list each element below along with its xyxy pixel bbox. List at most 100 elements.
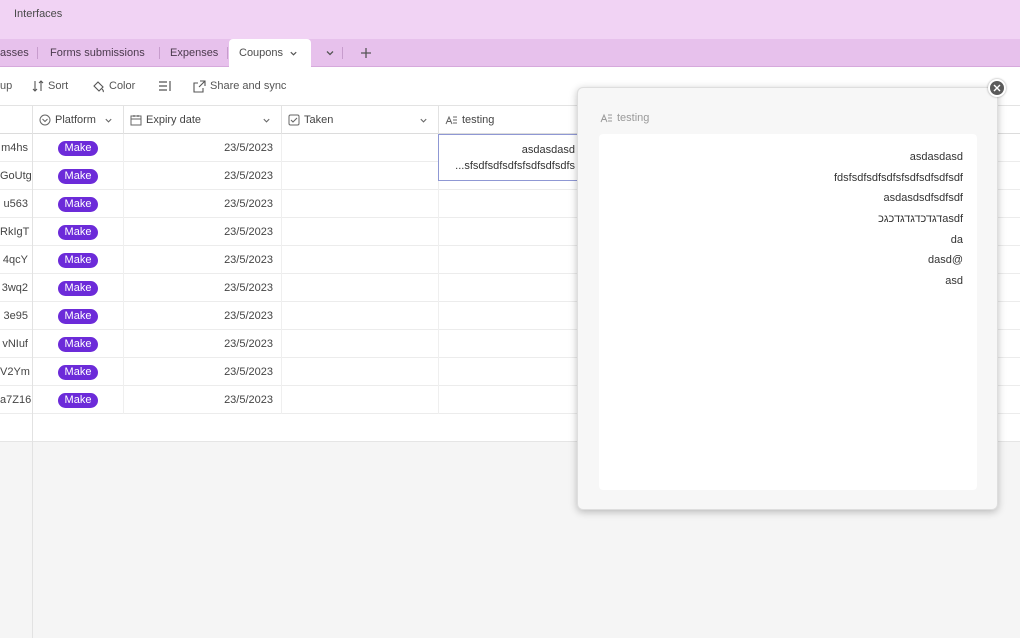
code-cell[interactable]: vNIuf	[0, 330, 33, 358]
column-header-platform[interactable]: Platform	[33, 106, 124, 134]
testing-cell[interactable]	[439, 246, 579, 274]
text-line: דגדכדגדגדכגכasdf	[878, 213, 963, 225]
platform-tag: Make	[57, 337, 99, 352]
platform-tag: Make	[57, 309, 99, 324]
app-header: Interfaces	[0, 0, 1020, 39]
text-line: asdasdasd	[909, 151, 963, 163]
testing-cell[interactable]	[439, 386, 579, 414]
platform-cell[interactable]: Make	[33, 330, 124, 358]
expiry-cell[interactable]: 23/5/2023	[124, 358, 282, 386]
taken-cell[interactable]	[282, 190, 439, 218]
tab-label: Forms submissions	[50, 47, 145, 59]
app-title: Interfaces	[14, 8, 63, 20]
text-line: fdsfsdfsdfsdfsfsdfsdfsdfsdf	[833, 172, 963, 184]
platform-tag: Make	[57, 197, 99, 212]
platform-cell[interactable]: Make	[33, 162, 124, 190]
expiry-cell[interactable]: 23/5/2023	[124, 274, 282, 302]
tab-divider	[342, 47, 343, 59]
expiry-cell[interactable]: 23/5/2023	[124, 190, 282, 218]
code-cell[interactable]: RkIgT	[0, 218, 33, 246]
sort-button[interactable]: Sort	[32, 67, 68, 106]
code-cell[interactable]: V2Ym	[0, 358, 33, 386]
platform-cell[interactable]: Make	[33, 274, 124, 302]
more-tabs-button[interactable]	[319, 39, 341, 67]
chevron-down-icon	[263, 118, 270, 123]
tab-label: asses	[0, 47, 29, 59]
column-header-expiry-date[interactable]: Expiry date	[124, 106, 282, 134]
testing-cell[interactable]	[439, 190, 579, 218]
testing-cell[interactable]	[439, 218, 579, 246]
platform-cell[interactable]: Make	[33, 134, 124, 162]
column-header-code[interactable]	[0, 106, 33, 134]
color-label: Color	[109, 80, 136, 92]
group-label: up	[0, 80, 13, 92]
platform-cell[interactable]: Make	[33, 386, 124, 414]
text-line: asdasdsdfsdfsdf	[883, 192, 964, 204]
table-tabs-bar: asses Forms submissions Expenses Coupons	[0, 39, 1020, 67]
code-cell[interactable]: 3e95	[0, 302, 33, 330]
close-popup-button[interactable]	[988, 79, 1006, 97]
group-button[interactable]: up	[0, 67, 12, 106]
editor-line: ...sfsdfsdfsdfsfsdfsdfsdfs	[455, 160, 575, 172]
expiry-cell[interactable]: 23/5/2023	[124, 134, 282, 162]
platform-cell[interactable]: Make	[33, 246, 124, 274]
calendar-icon	[130, 115, 142, 126]
testing-cell-editor[interactable]: asdasdasd ...sfsdfsdfsdfsfsdfsdfsdfs	[438, 134, 580, 181]
color-button[interactable]: Color	[92, 67, 135, 106]
testing-cell[interactable]	[439, 330, 579, 358]
tab-label: Expenses	[170, 47, 219, 59]
popup-title-label: testing	[617, 112, 650, 124]
sort-icon	[32, 80, 44, 92]
platform-tag: Make	[57, 141, 99, 156]
popup-title: testing	[600, 112, 649, 124]
taken-cell[interactable]	[282, 162, 439, 190]
code-cell[interactable]: u563	[0, 190, 33, 218]
editor-line: asdasdasd	[521, 144, 575, 156]
platform-cell[interactable]: Make	[33, 302, 124, 330]
tab-coupons[interactable]: Coupons	[229, 39, 311, 67]
testing-cell[interactable]	[439, 274, 579, 302]
taken-cell[interactable]	[282, 134, 439, 162]
expiry-cell[interactable]: 23/5/2023	[124, 246, 282, 274]
chevron-down-icon	[105, 118, 112, 123]
platform-cell[interactable]: Make	[33, 218, 124, 246]
tab-expenses[interactable]: Expenses	[160, 39, 228, 67]
long-text-icon	[600, 113, 612, 123]
code-cell[interactable]: GoUtg	[0, 162, 33, 190]
popup-text-area[interactable]: asdasdasd fdsfsdfsdfsdfsfsdfsdfsdfsdf as…	[599, 134, 977, 490]
taken-cell[interactable]	[282, 330, 439, 358]
column-label: testing	[462, 114, 495, 126]
row-height-button[interactable]	[158, 67, 176, 106]
expiry-cell[interactable]: 23/5/2023	[124, 330, 282, 358]
tab-forms-submissions[interactable]: Forms submissions	[38, 39, 160, 67]
expiry-cell[interactable]: 23/5/2023	[124, 302, 282, 330]
column-label: Platform	[55, 114, 96, 126]
code-cell[interactable]: 3wq2	[0, 274, 33, 302]
column-header-taken[interactable]: Taken	[282, 106, 439, 134]
taken-cell[interactable]	[282, 302, 439, 330]
platform-cell[interactable]: Make	[33, 190, 124, 218]
expiry-cell[interactable]: 23/5/2023	[124, 162, 282, 190]
taken-cell[interactable]	[282, 246, 439, 274]
text-line: asd	[945, 275, 963, 287]
taken-cell[interactable]	[282, 274, 439, 302]
testing-cell[interactable]	[439, 358, 579, 386]
share-icon	[193, 80, 206, 93]
code-cell[interactable]: 4qcY	[0, 246, 33, 274]
share-and-sync-button[interactable]: Share and sync	[193, 67, 286, 106]
code-cell[interactable]: m4hs	[0, 134, 33, 162]
taken-cell[interactable]	[282, 218, 439, 246]
platform-tag: Make	[57, 225, 99, 240]
expiry-cell[interactable]: 23/5/2023	[124, 218, 282, 246]
add-table-button[interactable]	[356, 39, 376, 67]
column-label: Expiry date	[146, 114, 202, 126]
platform-cell[interactable]: Make	[33, 358, 124, 386]
code-cell[interactable]: a7Z16	[0, 386, 33, 414]
chevron-down-icon	[326, 51, 334, 56]
column-header-testing[interactable]: testing	[439, 106, 579, 134]
testing-cell[interactable]	[439, 302, 579, 330]
taken-cell[interactable]	[282, 358, 439, 386]
expiry-cell[interactable]: 23/5/2023	[124, 386, 282, 414]
tab-classes[interactable]: asses	[0, 39, 38, 67]
taken-cell[interactable]	[282, 386, 439, 414]
